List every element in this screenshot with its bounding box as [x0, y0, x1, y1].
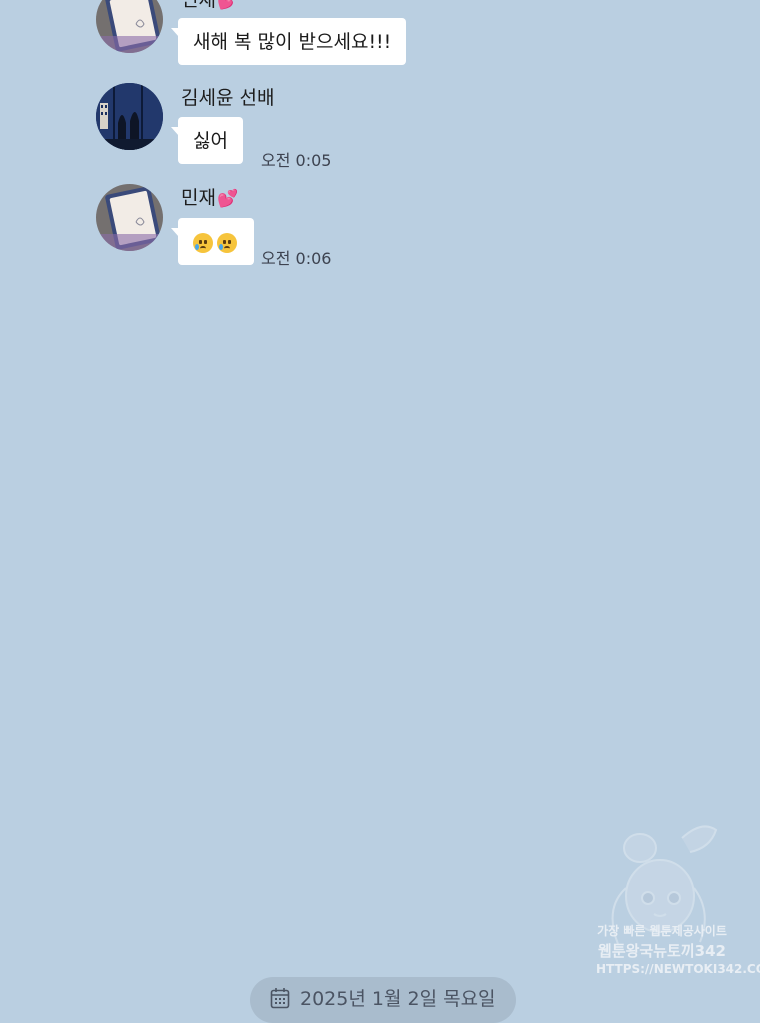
message-bubble[interactable]: 싫어	[171, 117, 243, 164]
watermark-line3: HTTPS://NEWTOKI342.COM	[596, 962, 760, 976]
heart-icon: 💕	[216, 0, 239, 11]
message-bubble[interactable]: 새해 복 많이 받으세요!!!	[170, 18, 407, 65]
message-text: 새해 복 많이 받으세요!!!	[193, 31, 392, 53]
heart-icon: 💕	[216, 189, 239, 209]
message-timestamp: 오전 0:06	[261, 249, 332, 268]
message-text: 싫어	[193, 130, 228, 152]
watermark-line2: 웹툰왕국뉴토끼342	[598, 942, 726, 960]
message-bubble[interactable]	[171, 218, 254, 265]
watermark-line1: 가장 빠른 웹툰제공사이트	[597, 924, 727, 938]
calendar-icon	[270, 988, 290, 1009]
crying-face-emoji	[193, 232, 213, 253]
sender-name-minjae: 민재💕	[181, 186, 238, 211]
sender-name-text: 민재	[181, 187, 216, 209]
crying-face-emoji	[217, 232, 237, 253]
sender-name-minjae: 민재💕	[181, 0, 238, 13]
date-divider-text: 2025년 1월 2일 목요일	[300, 988, 496, 1010]
date-divider: 2025년 1월 2일 목요일	[250, 977, 516, 1023]
avatar-kim-seyun[interactable]	[96, 83, 163, 150]
message-timestamp: 오전 0:05	[261, 151, 332, 170]
sender-name-text: 민재	[181, 0, 216, 11]
avatar-minjae[interactable]	[96, 0, 163, 53]
avatar-minjae[interactable]	[96, 184, 163, 251]
sender-name-kim-seyun: 김세윤 선배	[181, 87, 275, 109]
